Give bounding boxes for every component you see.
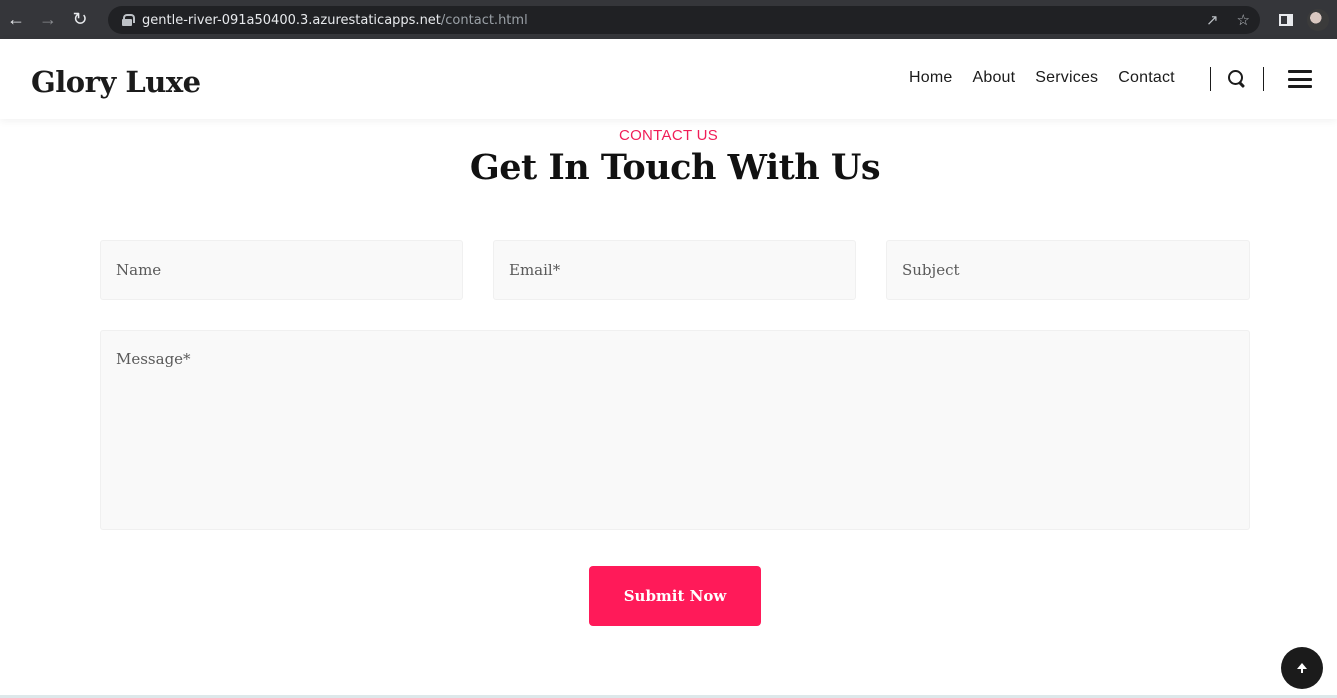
nav-link-contact[interactable]: Contact bbox=[1118, 69, 1175, 87]
forward-arrow-icon[interactable]: → bbox=[32, 0, 64, 39]
back-arrow-icon[interactable]: ← bbox=[0, 0, 32, 39]
nav-divider bbox=[1210, 67, 1211, 91]
search-icon[interactable] bbox=[1228, 70, 1246, 88]
site-header: Glory Luxe Home About Services Contact bbox=[0, 39, 1337, 119]
address-bar[interactable]: gentle-river-091a50400.3.azurestaticapps… bbox=[108, 6, 1260, 34]
share-icon[interactable]: ↗ bbox=[1206, 11, 1219, 29]
url-host: gentle-river-091a50400.3.azurestaticapps… bbox=[142, 12, 441, 28]
page-title: Get In Touch With Us bbox=[469, 147, 881, 188]
subject-field[interactable] bbox=[886, 240, 1250, 300]
name-field[interactable] bbox=[100, 240, 463, 300]
scroll-to-top-button[interactable] bbox=[1281, 647, 1323, 689]
message-field[interactable] bbox=[100, 330, 1250, 530]
browser-toolbar: ← → ↻ gentle-river-091a50400.3.azurestat… bbox=[0, 0, 1337, 39]
main-nav: Home About Services Contact bbox=[909, 69, 1175, 87]
nav-divider bbox=[1263, 67, 1264, 91]
side-panel-icon[interactable] bbox=[1279, 13, 1293, 26]
nav-link-about[interactable]: About bbox=[972, 69, 1015, 87]
star-icon[interactable]: ☆ bbox=[1237, 11, 1250, 29]
reload-icon[interactable]: ↻ bbox=[64, 0, 96, 39]
email-field[interactable] bbox=[493, 240, 856, 300]
site-logo[interactable]: Glory Luxe bbox=[31, 65, 201, 99]
lock-icon[interactable] bbox=[122, 14, 135, 26]
nav-link-home[interactable]: Home bbox=[909, 69, 952, 87]
submit-button[interactable]: Submit Now bbox=[589, 566, 761, 626]
url-path: /contact.html bbox=[440, 12, 528, 28]
nav-link-services[interactable]: Services bbox=[1035, 69, 1098, 87]
section-kicker: CONTACT US bbox=[618, 127, 719, 144]
hamburger-menu-icon[interactable] bbox=[1288, 70, 1312, 88]
profile-avatar[interactable] bbox=[1307, 8, 1329, 31]
